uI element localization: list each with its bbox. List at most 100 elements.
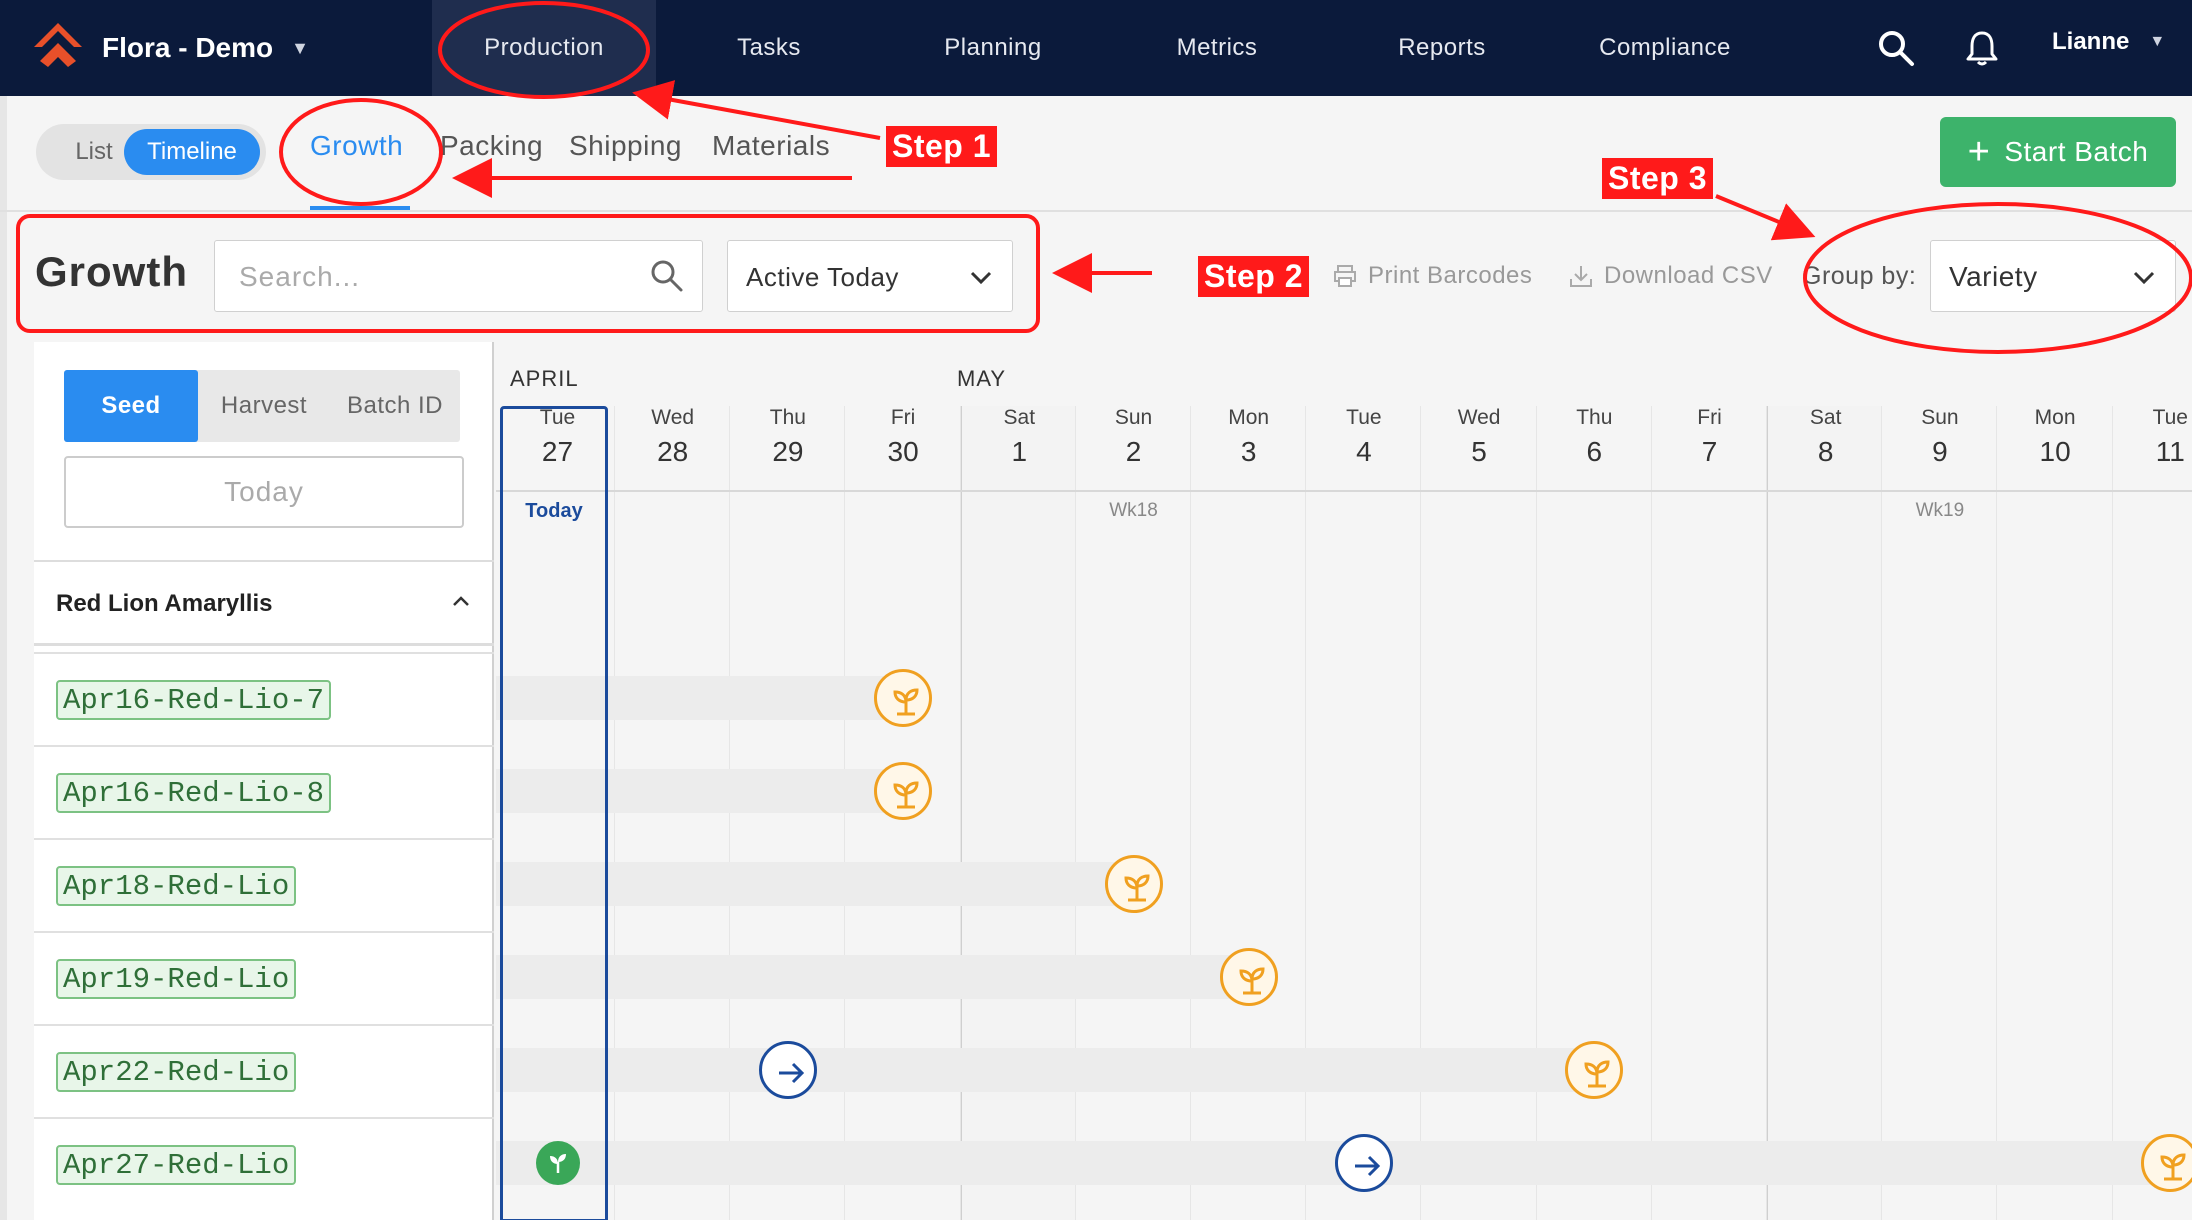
chevron-up-icon[interactable]	[448, 588, 474, 619]
nav-production[interactable]: Production	[432, 0, 656, 96]
timeline-view-button[interactable]: Timeline	[124, 129, 260, 175]
search-placeholder: Search...	[239, 261, 361, 292]
calendar-day-column: Sun 9 Wk19	[1882, 406, 1998, 1220]
download-csv-button[interactable]: Download CSV	[1568, 262, 1773, 290]
printer-icon	[1334, 265, 1356, 287]
day-name: Wed	[651, 406, 695, 429]
search-icon[interactable]	[648, 257, 686, 300]
day-date: 10	[2039, 436, 2071, 467]
flora-logo-icon	[32, 21, 84, 76]
day-name: Thu	[1576, 406, 1613, 429]
status-filter-select[interactable]: Active Today	[727, 240, 1013, 312]
today-label: Today	[525, 500, 583, 522]
day-date: 28	[657, 436, 689, 467]
calendar-day-column: Wed 5	[1422, 406, 1537, 1220]
move-arrow-icon[interactable]	[759, 1041, 817, 1099]
today-button[interactable]: Today	[64, 456, 464, 528]
tab-growth[interactable]: Growth	[310, 130, 403, 162]
batch-row: Apr16-Red-Lio-7	[34, 652, 494, 744]
calendar-day-column: Tue 11	[2113, 406, 2192, 1220]
batch-row: Apr22-Red-Lio	[34, 1024, 494, 1116]
tab-materials[interactable]: Materials	[712, 130, 830, 162]
download-csv-label: Download CSV	[1604, 262, 1773, 289]
harvest-sprout-icon[interactable]	[874, 762, 933, 820]
step-2-badge: Step 2	[1198, 256, 1310, 297]
day-date: 8	[1817, 436, 1834, 467]
move-arrow-icon[interactable]	[1335, 1134, 1393, 1192]
top-navbar: Flora - Demo ▼ Production Tasks Planning…	[0, 0, 2192, 96]
nav-metrics[interactable]: Metrics	[1140, 0, 1294, 96]
day-name: Mon	[1228, 406, 1270, 429]
batch-id-link[interactable]: Apr16-Red-Lio-7	[56, 680, 332, 720]
tab-packing[interactable]: Packing	[440, 130, 543, 162]
group-by-value: Variety	[1949, 261, 2038, 292]
day-date: 30	[887, 436, 919, 467]
print-barcodes-button[interactable]: Print Barcodes	[1332, 262, 1532, 290]
search-input[interactable]: Search...	[214, 240, 703, 312]
batch-id-link[interactable]: Apr22-Red-Lio	[56, 1052, 297, 1092]
chevron-down-icon	[968, 265, 994, 294]
harvest-sprout-icon[interactable]	[1219, 948, 1278, 1006]
tab-shipping[interactable]: Shipping	[569, 130, 682, 162]
batch-id-link[interactable]: Apr27-Red-Lio	[56, 1145, 297, 1185]
start-batch-button[interactable]: + Start Batch	[1940, 117, 2176, 187]
harvest-sprout-icon[interactable]	[1565, 1041, 1624, 1099]
batch-timeline-bar[interactable]	[496, 1141, 2171, 1185]
month-label-april: APRIL	[510, 366, 579, 391]
nav-reports[interactable]: Reports	[1360, 0, 1524, 96]
day-date: 2	[1125, 436, 1142, 467]
calendar-day-column: Sun 2 Wk18	[1076, 406, 1191, 1220]
nav-planning[interactable]: Planning	[910, 0, 1076, 96]
variety-group-name: Red Lion Amaryllis	[56, 590, 273, 617]
status-filter-value: Active Today	[746, 262, 899, 292]
harvest-sprout-icon[interactable]	[1104, 855, 1163, 913]
day-name: Sun	[1921, 406, 1959, 429]
day-name: Sat	[1809, 406, 1842, 429]
org-name: Flora - Demo	[102, 32, 274, 63]
batch-timeline-bar[interactable]	[496, 955, 1249, 999]
chevron-down-icon	[2131, 265, 2157, 294]
batch-row: Apr16-Red-Lio-8	[34, 745, 494, 837]
day-date: 6	[1586, 436, 1603, 467]
today-column-highlight	[500, 406, 608, 1220]
batch-id-link[interactable]: Apr18-Red-Lio	[56, 866, 297, 906]
day-name: Tue	[2152, 406, 2188, 429]
left-edge-strip	[0, 0, 7, 1220]
nav-tasks[interactable]: Tasks	[690, 0, 848, 96]
day-date: 9	[1932, 436, 1948, 467]
calendar-header-divider	[496, 490, 2192, 492]
batch-id-link[interactable]: Apr19-Red-Lio	[56, 959, 297, 999]
page-title: Growth	[35, 248, 188, 295]
day-name: Fri	[890, 406, 916, 429]
calendar-day-column: Tue 4	[1306, 406, 1422, 1220]
day-date: 5	[1471, 436, 1487, 467]
chevron-down-icon: ▼	[291, 37, 309, 58]
harvest-sprout-icon[interactable]	[2141, 1134, 2192, 1192]
chevron-down-icon: ▼	[2149, 33, 2166, 50]
sort-batch-id-button[interactable]: Batch ID	[330, 370, 460, 442]
group-by-select[interactable]: Variety	[1930, 240, 2176, 312]
variety-group-header[interactable]: Red Lion Amaryllis	[34, 560, 494, 646]
org-switcher[interactable]: Flora - Demo ▼	[32, 18, 309, 78]
plus-icon: +	[1967, 130, 1991, 173]
search-icon[interactable]	[1872, 24, 1920, 72]
sort-seed-button[interactable]: Seed	[64, 370, 198, 442]
harvest-sprout-icon[interactable]	[874, 669, 933, 727]
nav-compliance[interactable]: Compliance	[1580, 0, 1750, 96]
view-toggle: List Timeline	[36, 124, 266, 180]
batch-id-link[interactable]: Apr16-Red-Lio-8	[56, 773, 332, 813]
day-name: Thu	[769, 406, 806, 429]
batch-timeline-bar[interactable]	[496, 1048, 1595, 1092]
day-date: 7	[1701, 436, 1718, 467]
day-date: 4	[1356, 436, 1372, 467]
day-date: 1	[1011, 436, 1028, 467]
user-name: Lianne	[2052, 28, 2130, 55]
user-menu[interactable]: Lianne ▼	[2052, 28, 2165, 56]
day-name: Mon	[2034, 406, 2076, 429]
start-batch-label: Start Batch	[2004, 136, 2149, 167]
timeline-calendar: APRIL MAY Tue 27 Wed 28 Thu 29 Fri 30 Sat 1 Sun 2 Wk…	[496, 342, 2192, 1220]
day-date: 11	[2155, 436, 2185, 467]
calendar-day-column: Mon 10	[1998, 406, 2113, 1220]
sort-harvest-button[interactable]: Harvest	[198, 370, 330, 442]
bell-icon[interactable]	[1958, 24, 2006, 72]
